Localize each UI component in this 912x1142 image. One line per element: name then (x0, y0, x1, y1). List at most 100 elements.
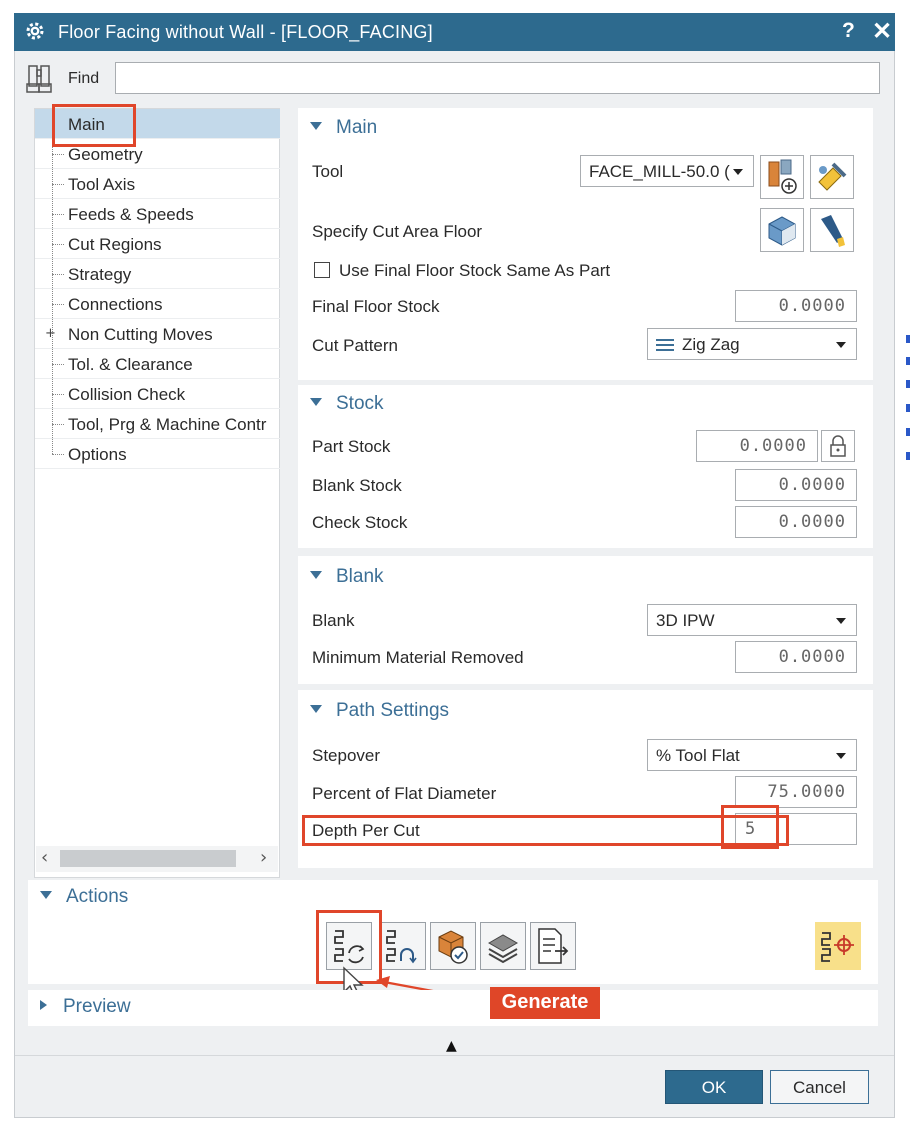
blank-select[interactable]: 3D IPW (647, 604, 857, 636)
scroll-left-icon[interactable]: ‹ (41, 847, 48, 868)
verify-button[interactable] (430, 922, 476, 970)
window-title: Floor Facing without Wall - [FLOOR_FACIN… (58, 22, 433, 42)
ok-button[interactable]: OK (665, 1070, 763, 1104)
min-removed-label: Minimum Material Removed (312, 648, 524, 667)
section-header-stock[interactable]: Stock (310, 393, 384, 415)
flashlight-icon (821, 215, 845, 247)
section-preview: Preview (28, 990, 878, 1026)
use-final-floor-checkbox[interactable] (314, 262, 330, 278)
tree-item-label: Geometry (68, 145, 143, 164)
chevron-down-icon (836, 753, 846, 759)
find-input[interactable] (115, 62, 880, 94)
section-header-preview[interactable]: Preview (40, 996, 131, 1018)
cancel-button[interactable]: Cancel (770, 1070, 869, 1104)
collapse-icon (310, 571, 322, 579)
tree-item-collision-check[interactable]: Collision Check (35, 379, 280, 409)
min-removed-input[interactable]: 0.0000 (735, 641, 857, 673)
cut-pattern-label: Cut Pattern (312, 336, 398, 355)
tree-item-strategy[interactable]: Strategy (35, 259, 280, 289)
section-title: Actions (66, 886, 129, 907)
chevron-down-icon (836, 618, 846, 624)
background-fragment (906, 452, 910, 460)
tree-item-label: Connections (68, 295, 163, 314)
expand-icon (40, 1000, 47, 1010)
cut-area-label: Specify Cut Area Floor (312, 222, 483, 241)
tree-item-feeds-speeds[interactable]: Feeds & Speeds (35, 199, 280, 229)
list-button[interactable] (480, 922, 526, 970)
close-button[interactable]: ✕ (872, 17, 892, 46)
tree-item-options[interactable]: Options (35, 439, 280, 469)
highlight-depth-per-cut-row (302, 815, 789, 846)
binoculars-icon (26, 65, 52, 93)
export-button[interactable] (530, 922, 576, 970)
section-title: Blank (336, 566, 384, 587)
check-stock-label: Check Stock (312, 513, 408, 532)
collapse-arrow-icon[interactable]: ▲ (446, 1038, 457, 1054)
background-fragment (906, 335, 910, 343)
tree-item-tol-clearance[interactable]: Tol. & Clearance (35, 349, 280, 379)
cut-pattern-select[interactable]: Zig Zag (647, 328, 857, 360)
section-header-path-settings[interactable]: Path Settings (310, 700, 449, 722)
percent-flat-label: Percent of Flat Diameter (312, 784, 497, 803)
background-fragment (906, 404, 910, 412)
tree-item-cut-regions[interactable]: Cut Regions (35, 229, 280, 259)
check-stock-input[interactable]: 0.0000 (735, 506, 857, 538)
section-header-main[interactable]: Main (310, 117, 377, 139)
percent-flat-input[interactable]: 75.0000 (735, 776, 857, 808)
edit-tool-button[interactable] (810, 155, 854, 199)
stepover-select[interactable]: % Tool Flat (647, 739, 857, 771)
chevron-down-icon (836, 342, 846, 348)
section-title: Preview (63, 996, 131, 1017)
section-header-actions[interactable]: Actions (40, 886, 128, 908)
tree-item-label: Strategy (68, 265, 132, 284)
scroll-right-icon[interactable]: › (260, 847, 267, 868)
edit-tool-icon (818, 162, 847, 191)
part-stock-input[interactable]: 0.0000 (696, 430, 818, 462)
tree-item-label: Non Cutting Moves (68, 325, 213, 344)
toolpath-target-icon (821, 932, 854, 962)
new-tool-icon (768, 159, 797, 194)
blank-label: Blank (312, 611, 355, 630)
tool-path-display-button[interactable] (815, 922, 861, 970)
section-title: Main (336, 117, 378, 138)
tool-select[interactable]: FACE_MILL-50.0 ( (580, 155, 754, 187)
background-fragment (906, 380, 910, 388)
tree-item-tool-axis[interactable]: Tool Axis (35, 169, 280, 199)
tree-item-connections[interactable]: Connections (35, 289, 280, 319)
section-header-blank[interactable]: Blank (310, 566, 384, 588)
expand-icon[interactable]: + (45, 326, 56, 341)
final-floor-label: Final Floor Stock (312, 297, 440, 316)
section-actions: Actions (28, 880, 878, 984)
help-button[interactable]: ? (842, 19, 855, 43)
tree-item-tool-prg-machine[interactable]: Tool, Prg & Machine Contr (35, 409, 280, 439)
section-title: Path Settings (336, 700, 450, 721)
tree-item-label: Tool, Prg & Machine Contr (68, 415, 267, 434)
gear-icon (26, 22, 44, 40)
collapse-icon (310, 705, 322, 713)
replay-icon (386, 930, 417, 964)
find-label: Find (68, 70, 100, 87)
tree-item-label: Feeds & Speeds (68, 205, 194, 224)
document-arrow-icon (538, 928, 569, 964)
collapse-icon (310, 398, 322, 406)
replay-button[interactable] (380, 922, 426, 970)
display-cut-area-button[interactable] (810, 208, 854, 252)
tree-item-non-cutting-moves[interactable]: + Non Cutting Moves (35, 319, 280, 349)
blank-select-value: 3D IPW (656, 611, 715, 630)
tree-item-label: Collision Check (68, 385, 186, 404)
scrollbar-thumb[interactable] (60, 850, 236, 867)
new-tool-button[interactable] (760, 155, 804, 199)
zig-zag-icon (656, 339, 674, 351)
blank-stock-input[interactable]: 0.0000 (735, 469, 857, 501)
select-cut-area-button[interactable] (760, 208, 804, 252)
highlight-depth-value (721, 805, 779, 849)
cube-select-icon (768, 216, 796, 246)
collapse-icon (40, 891, 52, 899)
lock-button[interactable] (821, 430, 855, 462)
stepover-value: % Tool Flat (656, 746, 740, 765)
section-main: Main Tool FACE_MILL-50.0 ( Specify Cut A… (298, 108, 873, 380)
tree-horizontal-scrollbar[interactable]: ‹ › (36, 846, 278, 872)
title-bar: Floor Facing without Wall - [FLOOR_FACIN… (14, 13, 895, 51)
background-fragment (906, 428, 910, 436)
final-floor-input[interactable]: 0.0000 (735, 290, 857, 322)
